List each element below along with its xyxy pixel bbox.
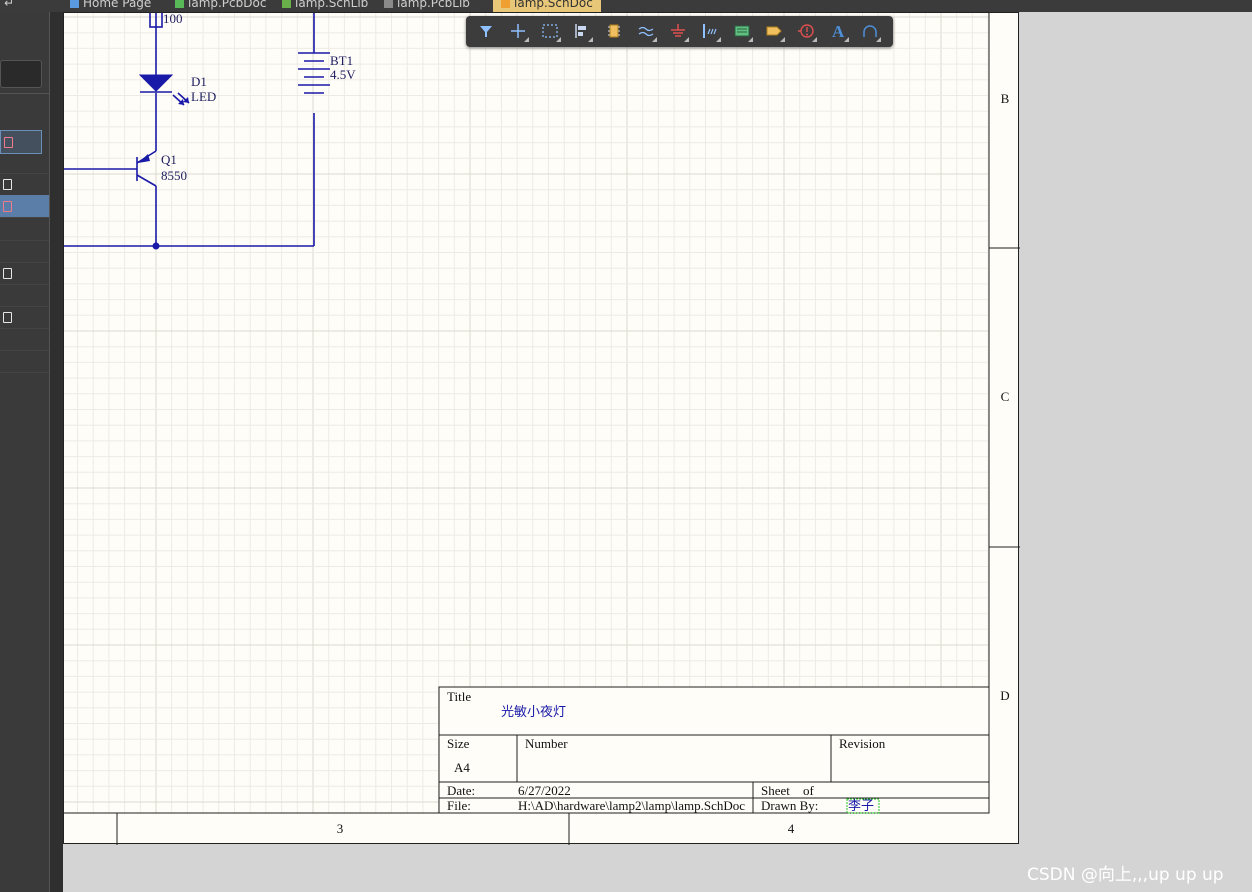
dropdown-triangle-icon: [588, 37, 593, 42]
tab-label: lamp.PcbLib: [397, 0, 470, 10]
project-tree-item-selected[interactable]: [0, 195, 49, 218]
dropdown-triangle-icon: [780, 37, 785, 42]
projects-panel-body: [0, 12, 50, 892]
d1-designator[interactable]: D1: [191, 74, 207, 89]
project-tree-item[interactable]: [0, 151, 49, 174]
sheet-label: Sheet: [761, 783, 790, 798]
csdn-watermark: CSDN @向上,,,up up up: [1027, 865, 1224, 885]
align-button[interactable]: [570, 20, 594, 43]
of-label: of: [803, 783, 815, 798]
project-tree-item[interactable]: [0, 173, 49, 196]
resistor-value[interactable]: 100: [163, 13, 183, 26]
place-sheet-symbol-button[interactable]: [730, 20, 754, 43]
led-d1[interactable]: D1 LED: [138, 74, 216, 106]
tab-label: Home Page: [83, 0, 152, 10]
dropdown-triangle-icon: [684, 37, 689, 42]
bt1-designator[interactable]: BT1: [330, 53, 353, 68]
schdoc-icon: [501, 0, 510, 8]
diode-triangle[interactable]: [138, 74, 174, 92]
part-icon: [608, 24, 620, 38]
zone-row-label: C: [1001, 389, 1010, 404]
dropdown-triangle-icon: [556, 37, 561, 42]
schlib-icon: [282, 0, 291, 8]
title-label: Title: [447, 689, 471, 704]
tab-home-page[interactable]: Home Page: [70, 0, 151, 12]
dropdown-triangle-icon: [812, 37, 817, 42]
junction-dot[interactable]: [152, 242, 160, 250]
zone-row-label: D: [1000, 688, 1009, 703]
zone-column-label: 4: [788, 821, 795, 836]
document-icon: [3, 179, 12, 190]
document-tab-bar: ↵ Home Page lamp.PcbDoc lamp.SchLib lamp…: [0, 0, 1252, 12]
q1-designator[interactable]: Q1: [161, 152, 177, 167]
date-value[interactable]: 6/27/2022: [518, 783, 571, 798]
number-label: Number: [525, 736, 568, 751]
dropdown-triangle-icon: [716, 37, 721, 42]
schematic-canvas[interactable]: B C D 3 4 100 D1 LED BT1 4.5V Q1 8550 Ti…: [64, 13, 1020, 845]
tab-label: lamp.PcbDoc: [188, 0, 267, 10]
active-bar-toolbar: A: [466, 16, 893, 47]
battery-bt1[interactable]: BT1 4.5V: [298, 52, 356, 94]
tab-schlib[interactable]: lamp.SchLib: [282, 0, 368, 12]
zone-row-label: B: [1001, 91, 1010, 106]
document-icon: [3, 268, 12, 279]
place-port-button[interactable]: [762, 20, 786, 43]
document-icon: [3, 201, 12, 212]
tab-label: lamp.SchDoc: [514, 0, 593, 10]
size-value[interactable]: A4: [454, 760, 470, 775]
file-label: File:: [447, 798, 471, 813]
project-tree-item[interactable]: [0, 262, 49, 285]
project-tree-item[interactable]: [0, 306, 49, 329]
project-tree-item[interactable]: [0, 240, 49, 263]
place-power-port-button[interactable]: [666, 20, 690, 43]
date-label: Date:: [447, 783, 475, 798]
project-search-field[interactable]: [0, 60, 42, 88]
place-wire-button[interactable]: [634, 20, 658, 43]
filter-icon: [480, 26, 492, 37]
panel-divider: [0, 93, 49, 94]
dropdown-triangle-icon: [524, 37, 529, 42]
tab-pcbdoc[interactable]: lamp.PcbDoc: [175, 0, 266, 12]
projects-panel: [0, 12, 63, 892]
project-tree-item[interactable]: [0, 328, 49, 351]
document-icon: [3, 312, 12, 323]
home-page-icon: [70, 0, 79, 8]
size-label: Size: [447, 736, 470, 751]
title-value[interactable]: 光敏小夜灯: [501, 705, 566, 720]
title-block[interactable]: Title 光敏小夜灯 Size A4 Number Revision Date…: [438, 686, 990, 814]
move-button[interactable]: [506, 20, 530, 43]
place-arc-button[interactable]: [858, 20, 882, 43]
dropdown-triangle-icon: [876, 37, 881, 42]
pcb-doc-icon: [175, 0, 184, 8]
select-button[interactable]: [538, 20, 562, 43]
project-tree-item[interactable]: [0, 218, 49, 241]
project-tree-item[interactable]: [0, 350, 49, 373]
resistor-r[interactable]: 100: [149, 13, 183, 28]
place-harness-button[interactable]: [698, 20, 722, 43]
zone-column-label: 3: [337, 821, 344, 836]
back-arrow-icon[interactable]: ↵: [4, 0, 14, 12]
q1-comment[interactable]: 8550: [161, 168, 187, 183]
tab-pcblib[interactable]: lamp.PcbLib: [384, 0, 470, 12]
project-tree-item[interactable]: [0, 284, 49, 307]
dropdown-triangle-icon: [844, 37, 849, 42]
pcblib-icon: [384, 0, 393, 8]
place-directive-button[interactable]: [794, 20, 818, 43]
drawn-by-value[interactable]: 李子: [848, 799, 874, 814]
place-text-button[interactable]: A: [826, 20, 850, 43]
d1-comment[interactable]: LED: [191, 89, 216, 104]
tab-schdoc[interactable]: lamp.SchDoc: [493, 0, 601, 12]
bt1-comment[interactable]: 4.5V: [330, 67, 356, 82]
file-value[interactable]: H:\AD\hardware\lamp2\lamp\lamp.SchDoc: [518, 798, 745, 813]
transistor-q1[interactable]: Q1 8550: [136, 150, 187, 187]
document-icon: [4, 137, 13, 148]
filter-button[interactable]: [474, 20, 498, 43]
drawn-by-label: Drawn By:: [761, 798, 818, 813]
revision-label: Revision: [839, 736, 886, 751]
place-part-button[interactable]: [602, 20, 626, 43]
tab-label: lamp.SchLib: [295, 0, 369, 10]
schematic-sheet[interactable]: B C D 3 4 100 D1 LED BT1 4.5V Q1 8550 Ti…: [63, 12, 1020, 845]
dropdown-triangle-icon: [652, 37, 657, 42]
dropdown-triangle-icon: [748, 37, 753, 42]
